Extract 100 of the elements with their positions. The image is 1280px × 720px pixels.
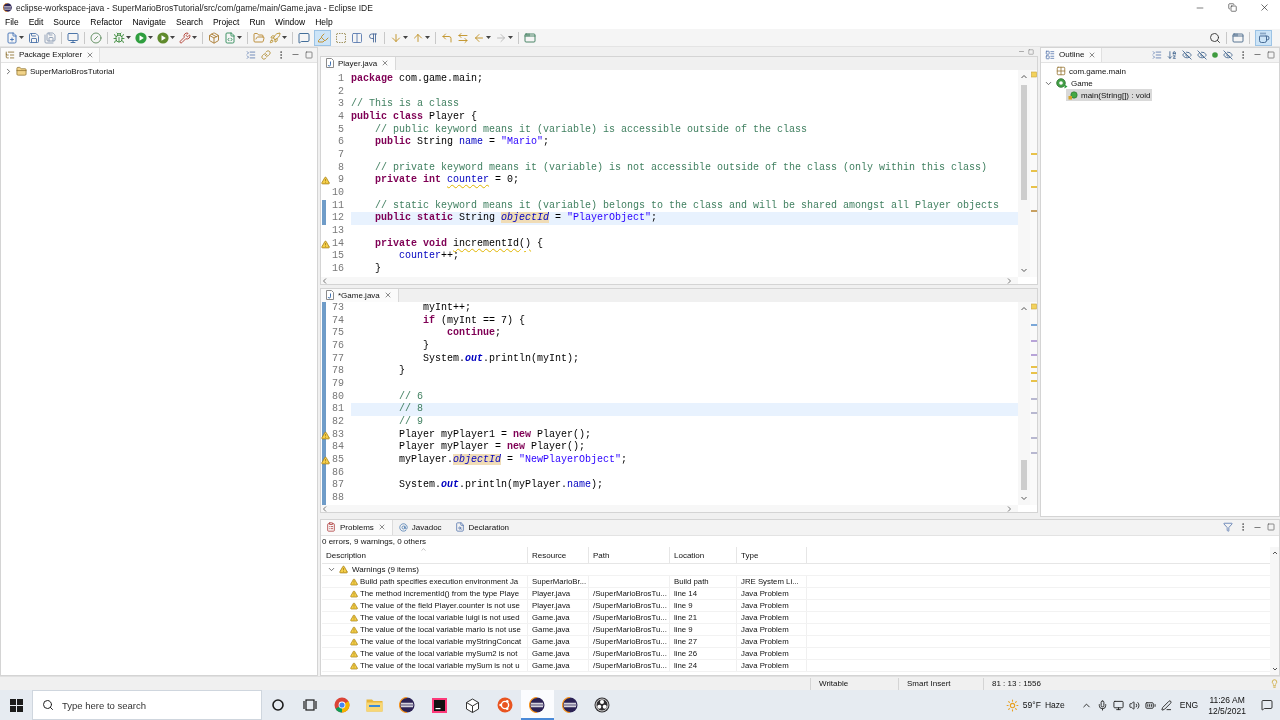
taskbar-button[interactable] [521, 690, 554, 720]
column-header[interactable]: Description [322, 547, 528, 563]
column-header[interactable]: Resource [528, 547, 589, 563]
caret-icon[interactable] [403, 36, 408, 39]
notification-icon[interactable] [1261, 699, 1273, 711]
save-all-icon[interactable] [44, 31, 56, 44]
perspective-button[interactable] [1255, 29, 1272, 46]
column-header[interactable]: Location [670, 547, 737, 563]
view-tab[interactable]: Package Explorer [0, 47, 101, 62]
caret-icon[interactable] [170, 36, 175, 39]
folder-icon[interactable] [253, 31, 265, 44]
menu-item[interactable]: Source [48, 17, 86, 27]
menu-item[interactable]: Search [171, 17, 208, 27]
column-header[interactable]: Type [737, 547, 807, 563]
group-label[interactable]: Warnings (9 items) [352, 565, 419, 574]
link-icon[interactable] [261, 49, 271, 60]
window-icon[interactable] [1232, 31, 1244, 44]
filter-icon[interactable] [1223, 522, 1233, 532]
menu-item[interactable]: Window [270, 17, 311, 27]
tree-item[interactable]: com.game.main [1054, 65, 1128, 77]
chevron-icon[interactable] [4, 66, 13, 76]
menu-item[interactable]: Help [310, 17, 338, 27]
view-tab[interactable]: Problems [320, 519, 393, 535]
editor-tab[interactable]: Player.java [320, 56, 397, 70]
eye-off-icon[interactable] [1182, 49, 1192, 60]
horizontal-scrollbar[interactable] [320, 277, 1018, 285]
view-tab[interactable]: Javadoc [392, 519, 449, 535]
menu-item[interactable]: Refactor [85, 17, 128, 27]
wrench-icon[interactable] [179, 31, 191, 44]
microphone-icon[interactable] [1096, 699, 1108, 711]
vertical-scrollbar[interactable] [1018, 70, 1030, 277]
columns-icon[interactable] [351, 31, 363, 44]
search-bar[interactable]: Type here to search [32, 690, 262, 720]
toggle-button[interactable] [314, 29, 331, 46]
caret-icon[interactable] [148, 36, 153, 39]
close-icon[interactable] [1258, 2, 1270, 13]
caret-icon[interactable] [508, 36, 513, 39]
menu-item[interactable]: Run [244, 17, 270, 27]
vertical-scrollbar[interactable] [1018, 302, 1030, 505]
tree-item[interactable]: SuperMarioBrosTutorial [14, 65, 117, 77]
corner-arrow-icon[interactable] [441, 31, 453, 44]
save-icon[interactable] [28, 31, 40, 44]
caret-icon[interactable] [486, 36, 491, 39]
battery-icon[interactable] [1144, 699, 1156, 711]
menu-item[interactable]: Navigate [127, 17, 171, 27]
start-icon[interactable] [9, 698, 23, 712]
maximize-icon[interactable] [305, 50, 313, 59]
monitor-icon[interactable] [67, 31, 79, 44]
task-view-icon[interactable] [302, 699, 317, 711]
language-label[interactable]: ENG [1179, 700, 1199, 710]
circle-icon[interactable] [271, 699, 284, 711]
caret-icon[interactable] [19, 36, 24, 39]
caret-icon[interactable] [237, 36, 242, 39]
caret-icon[interactable] [282, 36, 287, 39]
dot-icon[interactable] [1212, 51, 1218, 58]
sort-icon[interactable] [1167, 49, 1177, 60]
column-header[interactable]: Path [589, 547, 670, 563]
speech-bubble-icon[interactable] [298, 31, 310, 44]
close-icon[interactable] [1088, 50, 1097, 59]
horizontal-scrollbar[interactable] [320, 505, 1018, 513]
eye-off-icon[interactable] [1223, 49, 1233, 60]
editor-tab[interactable]: *Game.java [320, 288, 399, 302]
chevron-icon[interactable] [327, 565, 336, 574]
monitor-icon[interactable] [1112, 699, 1124, 711]
caret-icon[interactable] [425, 36, 430, 39]
pilcrow-icon[interactable] [367, 31, 379, 44]
list-collapse-icon[interactable] [246, 49, 256, 60]
clock-time[interactable]: 11:26 AM [1209, 694, 1245, 705]
pen-icon[interactable] [1160, 699, 1172, 711]
close-icon[interactable] [383, 291, 392, 299]
vertical-scrollbar[interactable] [1270, 547, 1280, 676]
eye-off-icon[interactable] [1197, 49, 1207, 60]
bug-icon[interactable] [113, 31, 125, 44]
slashed-circle-icon[interactable] [90, 31, 102, 44]
menu-item[interactable]: Edit [23, 17, 49, 27]
search-field[interactable]: Type here to search [62, 698, 242, 712]
menu-item[interactable]: Project [207, 17, 245, 27]
clock-date[interactable]: 12/5/2021 [1208, 705, 1246, 716]
play-icon[interactable] [157, 31, 169, 44]
menu-item[interactable]: File [0, 17, 24, 27]
tree-item[interactable]: Game [1054, 77, 1095, 89]
close-icon[interactable] [86, 50, 95, 59]
minimize-icon[interactable] [1018, 48, 1025, 55]
caret-icon[interactable] [126, 36, 131, 39]
speaker-icon[interactable] [1128, 699, 1140, 711]
dashed-square-icon[interactable] [335, 31, 347, 44]
caret-icon[interactable] [192, 36, 197, 39]
search-icon[interactable] [1209, 31, 1221, 44]
view-tab[interactable]: Outline [1040, 47, 1103, 62]
maximize-icon[interactable] [1267, 523, 1275, 531]
tree-item[interactable]: main(String[]) : void [1066, 89, 1153, 101]
maximize-icon[interactable] [1267, 50, 1275, 59]
view-tab[interactable]: Declaration [448, 519, 517, 535]
list-collapse-icon[interactable] [1152, 49, 1162, 60]
window-icon[interactable] [524, 31, 536, 44]
two-way-arrow-icon[interactable] [457, 31, 469, 44]
package-icon[interactable] [208, 31, 220, 44]
restore-icon[interactable] [1227, 3, 1237, 12]
close-icon[interactable] [377, 523, 386, 531]
close-icon[interactable] [381, 59, 390, 67]
